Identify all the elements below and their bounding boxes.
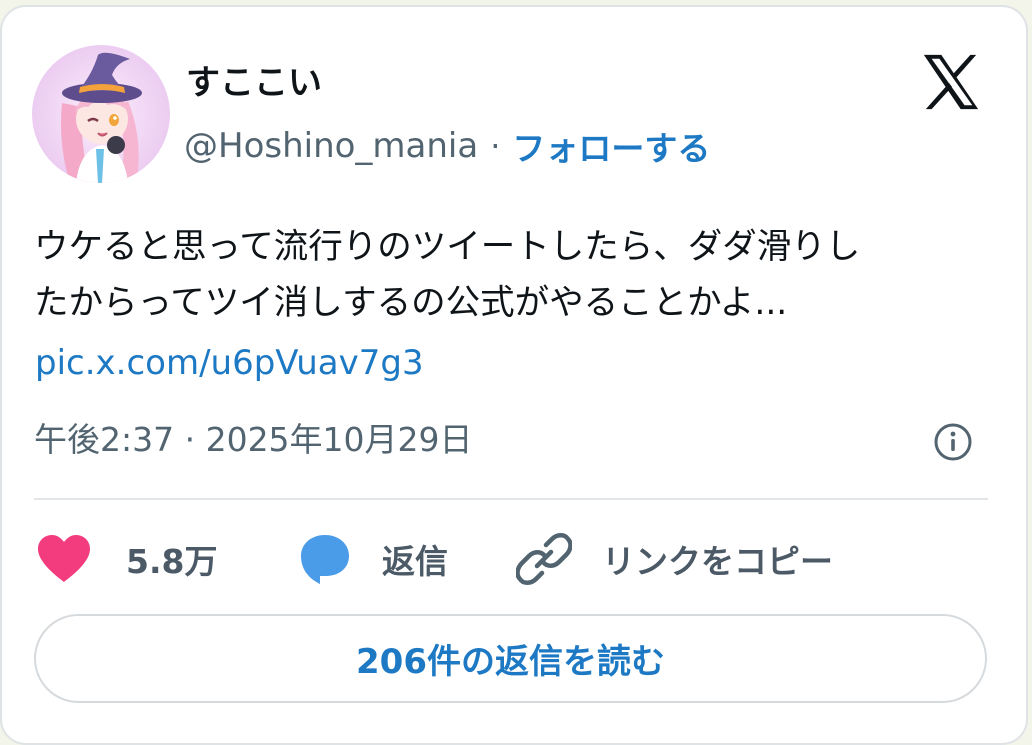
tweet-card: すここい @Hoshino_mania · フォローする ウケると思って流行りの… [0,5,1028,745]
heart-icon [38,535,90,582]
like-count: 5.8万 [126,542,218,581]
follow-button[interactable]: フォローする [512,122,710,170]
display-name[interactable]: すここい [186,59,322,107]
copy-link-label: リンクをコピー [602,542,833,581]
divider [34,498,988,500]
tweet-text-line: ウケると思って流行りのツイートしたら、ダダ滑りし [34,227,861,267]
reply-label: 返信 [382,542,448,581]
read-replies-button[interactable]: 206件の返信を読む [34,614,987,703]
reply-button[interactable]: 返信 [298,527,448,591]
x-logo-icon[interactable] [920,51,982,113]
tweet-text: ウケると思って流行りのツイートしたら、ダダ滑りし たからってツイ消しするの公式が… [34,219,994,331]
separator-dot: · [490,127,501,165]
witch-avatar-icon [32,45,170,183]
media-link[interactable]: pic.x.com/u6pVuav7g3 [35,335,424,391]
speech-bubble-icon [301,535,349,584]
avatar[interactable] [32,45,170,183]
tweet-text-line: たからってツイ消しするの公式がやることかよ... [34,283,788,323]
like-button[interactable]: 5.8万 [36,527,217,591]
info-icon[interactable] [933,422,973,462]
copy-link-button[interactable]: リンクをコピー [516,527,833,591]
user-handle[interactable]: @Hoshino_mania [184,126,478,166]
link-icon [516,533,572,585]
timestamp[interactable]: 午後2:37 · 2025年10月29日 [34,415,473,465]
handle-row: @Hoshino_mania · フォローする [184,121,710,171]
